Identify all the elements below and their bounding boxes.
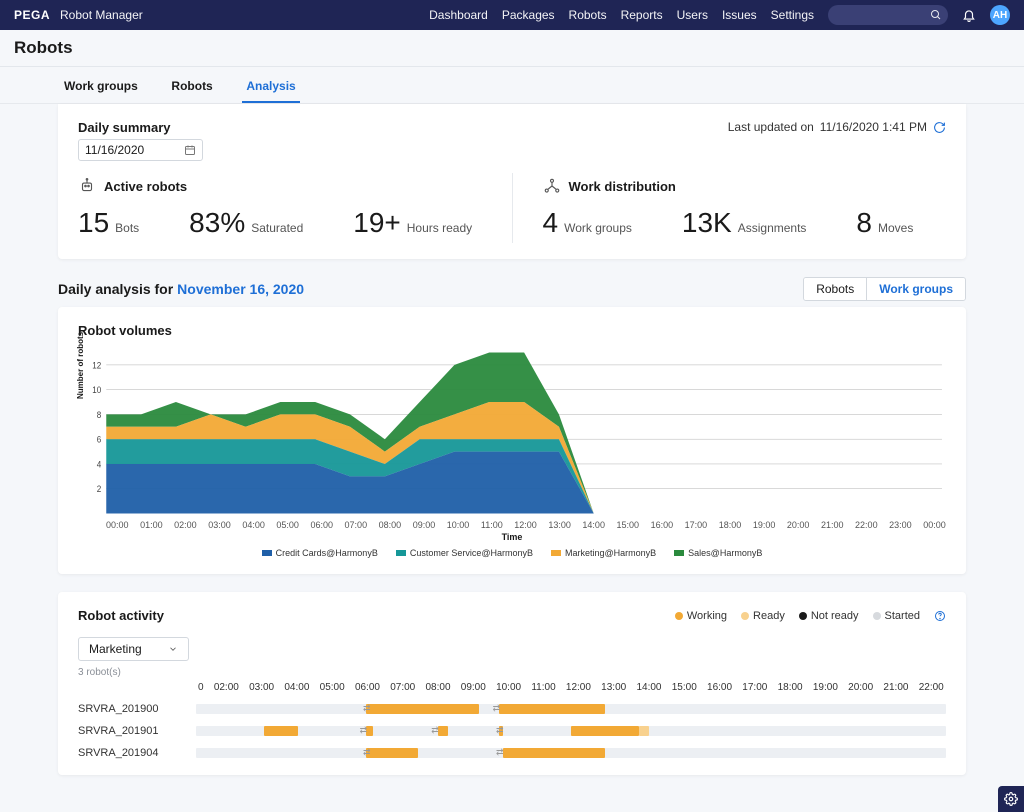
- activity-bar: [639, 726, 649, 736]
- page-title: Robots: [14, 38, 1010, 58]
- activity-bar: [503, 748, 605, 758]
- kpi-hours-ready-value: 19+: [353, 207, 401, 239]
- tab-analysis[interactable]: Analysis: [242, 73, 299, 103]
- y-axis-label: Number of robots: [76, 332, 85, 399]
- gantt-row: SRVRA_201904⇄⇄: [78, 747, 946, 759]
- shuffle-icon: ⇄: [496, 747, 504, 758]
- robot-name: SRVRA_201900: [78, 703, 196, 715]
- x-axis-label: Time: [78, 532, 946, 542]
- chart-legend: Credit Cards@HarmonyBCustomer Service@Ha…: [78, 548, 946, 558]
- chart-title: Robot volumes: [78, 323, 946, 338]
- chevron-down-icon: [168, 644, 178, 654]
- shuffle-icon: ⇄: [431, 725, 439, 736]
- gantt-track: ⇄ ⇄ ⇄: [196, 726, 946, 736]
- kpi-active-robots: Active robots 15Bots 83%Saturated 19+Hou…: [78, 173, 512, 243]
- nav-reports[interactable]: Reports: [621, 8, 663, 22]
- robot-name: SRVRA_201901: [78, 725, 196, 737]
- nav-dashboard[interactable]: Dashboard: [429, 8, 488, 22]
- shuffle-icon: ⇄: [360, 725, 368, 736]
- kpi-moves-value: 8: [856, 207, 872, 239]
- avatar[interactable]: AH: [990, 5, 1010, 25]
- top-nav: Dashboard Packages Robots Reports Users …: [429, 5, 1010, 25]
- app-name-label: Robot Manager: [60, 8, 143, 22]
- toggle-robots[interactable]: Robots: [804, 278, 866, 300]
- toggle-group: Robots Work groups: [803, 277, 966, 301]
- nav-settings[interactable]: Settings: [771, 8, 814, 22]
- date-input[interactable]: 11/16/2020: [78, 139, 203, 161]
- shuffle-icon: ⇄: [493, 703, 501, 714]
- robot-count: 3 robot(s): [78, 667, 946, 678]
- svg-text:10: 10: [92, 385, 101, 396]
- gear-icon: [1004, 792, 1018, 806]
- help-icon[interactable]: [934, 610, 946, 622]
- tab-robots[interactable]: Robots: [167, 73, 216, 103]
- svg-text:4: 4: [97, 459, 102, 470]
- subtabs: Work groups Robots Analysis: [0, 67, 1024, 104]
- gantt-row: SRVRA_201901 ⇄ ⇄ ⇄: [78, 725, 946, 737]
- activity-legend: WorkingReadyNot readyStarted: [675, 610, 946, 622]
- activity-bar: [571, 726, 639, 736]
- last-updated: Last updated on 11/16/2020 1:41 PM: [728, 120, 946, 134]
- kpi-bots-value: 15: [78, 207, 109, 239]
- kpi-saturated-value: 83%: [189, 207, 245, 239]
- robot-volumes-panel: Robot volumes 24681012 Number of robots …: [58, 307, 966, 574]
- activity-bar: [366, 704, 479, 714]
- gantt-track: ⇄⇄: [196, 704, 946, 714]
- activity-bar: [438, 726, 448, 736]
- x-axis-ticks: 00:0001:0002:0003:0004:0005:0006:0007:00…: [78, 520, 946, 530]
- nav-issues[interactable]: Issues: [722, 8, 757, 22]
- top-bar: PEGA Robot Manager Dashboard Packages Ro…: [0, 0, 1024, 30]
- gantt-track: ⇄⇄: [196, 748, 946, 758]
- kpi-assignments-value: 13K: [682, 207, 732, 239]
- nav-packages[interactable]: Packages: [502, 8, 555, 22]
- distribution-icon: [543, 177, 561, 195]
- date-value: 11/16/2020: [85, 143, 144, 157]
- workgroup-select[interactable]: Marketing: [78, 637, 189, 661]
- daily-summary-panel: Daily summary 11/16/2020 Last updated on…: [58, 104, 966, 259]
- gantt: 3 robot(s) 002:0003:0004:0005:0006:0007:…: [78, 667, 946, 759]
- bell-icon[interactable]: [962, 8, 976, 22]
- shuffle-icon: ⇄: [363, 747, 371, 758]
- nav-users[interactable]: Users: [677, 8, 708, 22]
- robot-name: SRVRA_201904: [78, 747, 196, 759]
- refresh-icon[interactable]: [933, 121, 946, 134]
- search-input[interactable]: [828, 5, 948, 25]
- kpi-work-distribution: Work distribution 4Work groups 13KAssign…: [512, 173, 947, 243]
- shuffle-icon: ⇄: [363, 703, 371, 714]
- activity-title: Robot activity: [78, 608, 164, 623]
- robot-activity-panel: Robot activity WorkingReadyNot readyStar…: [58, 592, 966, 775]
- svg-text:12: 12: [92, 360, 101, 371]
- summary-title: Daily summary: [78, 120, 203, 135]
- toggle-work-groups[interactable]: Work groups: [866, 278, 965, 300]
- gantt-row: SRVRA_201900⇄⇄: [78, 703, 946, 715]
- area-chart: 24681012 Number of robots: [78, 348, 946, 518]
- tab-work-groups[interactable]: Work groups: [60, 73, 142, 103]
- brand-label: PEGA: [14, 8, 50, 22]
- activity-bar: [366, 726, 373, 736]
- gantt-hours: 002:0003:0004:0005:0006:0007:0008:0009:0…: [196, 682, 946, 693]
- calendar-icon: [184, 144, 196, 156]
- activity-bar: [366, 748, 417, 758]
- svg-text:6: 6: [97, 434, 102, 445]
- nav-robots[interactable]: Robots: [569, 8, 607, 22]
- kpi-work-groups-value: 4: [543, 207, 559, 239]
- settings-corner-button[interactable]: [998, 786, 1024, 812]
- svg-text:2: 2: [97, 484, 102, 495]
- shuffle-icon: ⇄: [496, 725, 504, 736]
- analysis-section-title: Daily analysis for November 16, 2020 Rob…: [58, 277, 966, 301]
- robot-icon: [78, 177, 96, 195]
- activity-bar: [264, 726, 298, 736]
- svg-text:8: 8: [97, 409, 102, 420]
- activity-bar: [499, 704, 605, 714]
- search-icon: [930, 9, 942, 21]
- page-header: Robots: [0, 30, 1024, 67]
